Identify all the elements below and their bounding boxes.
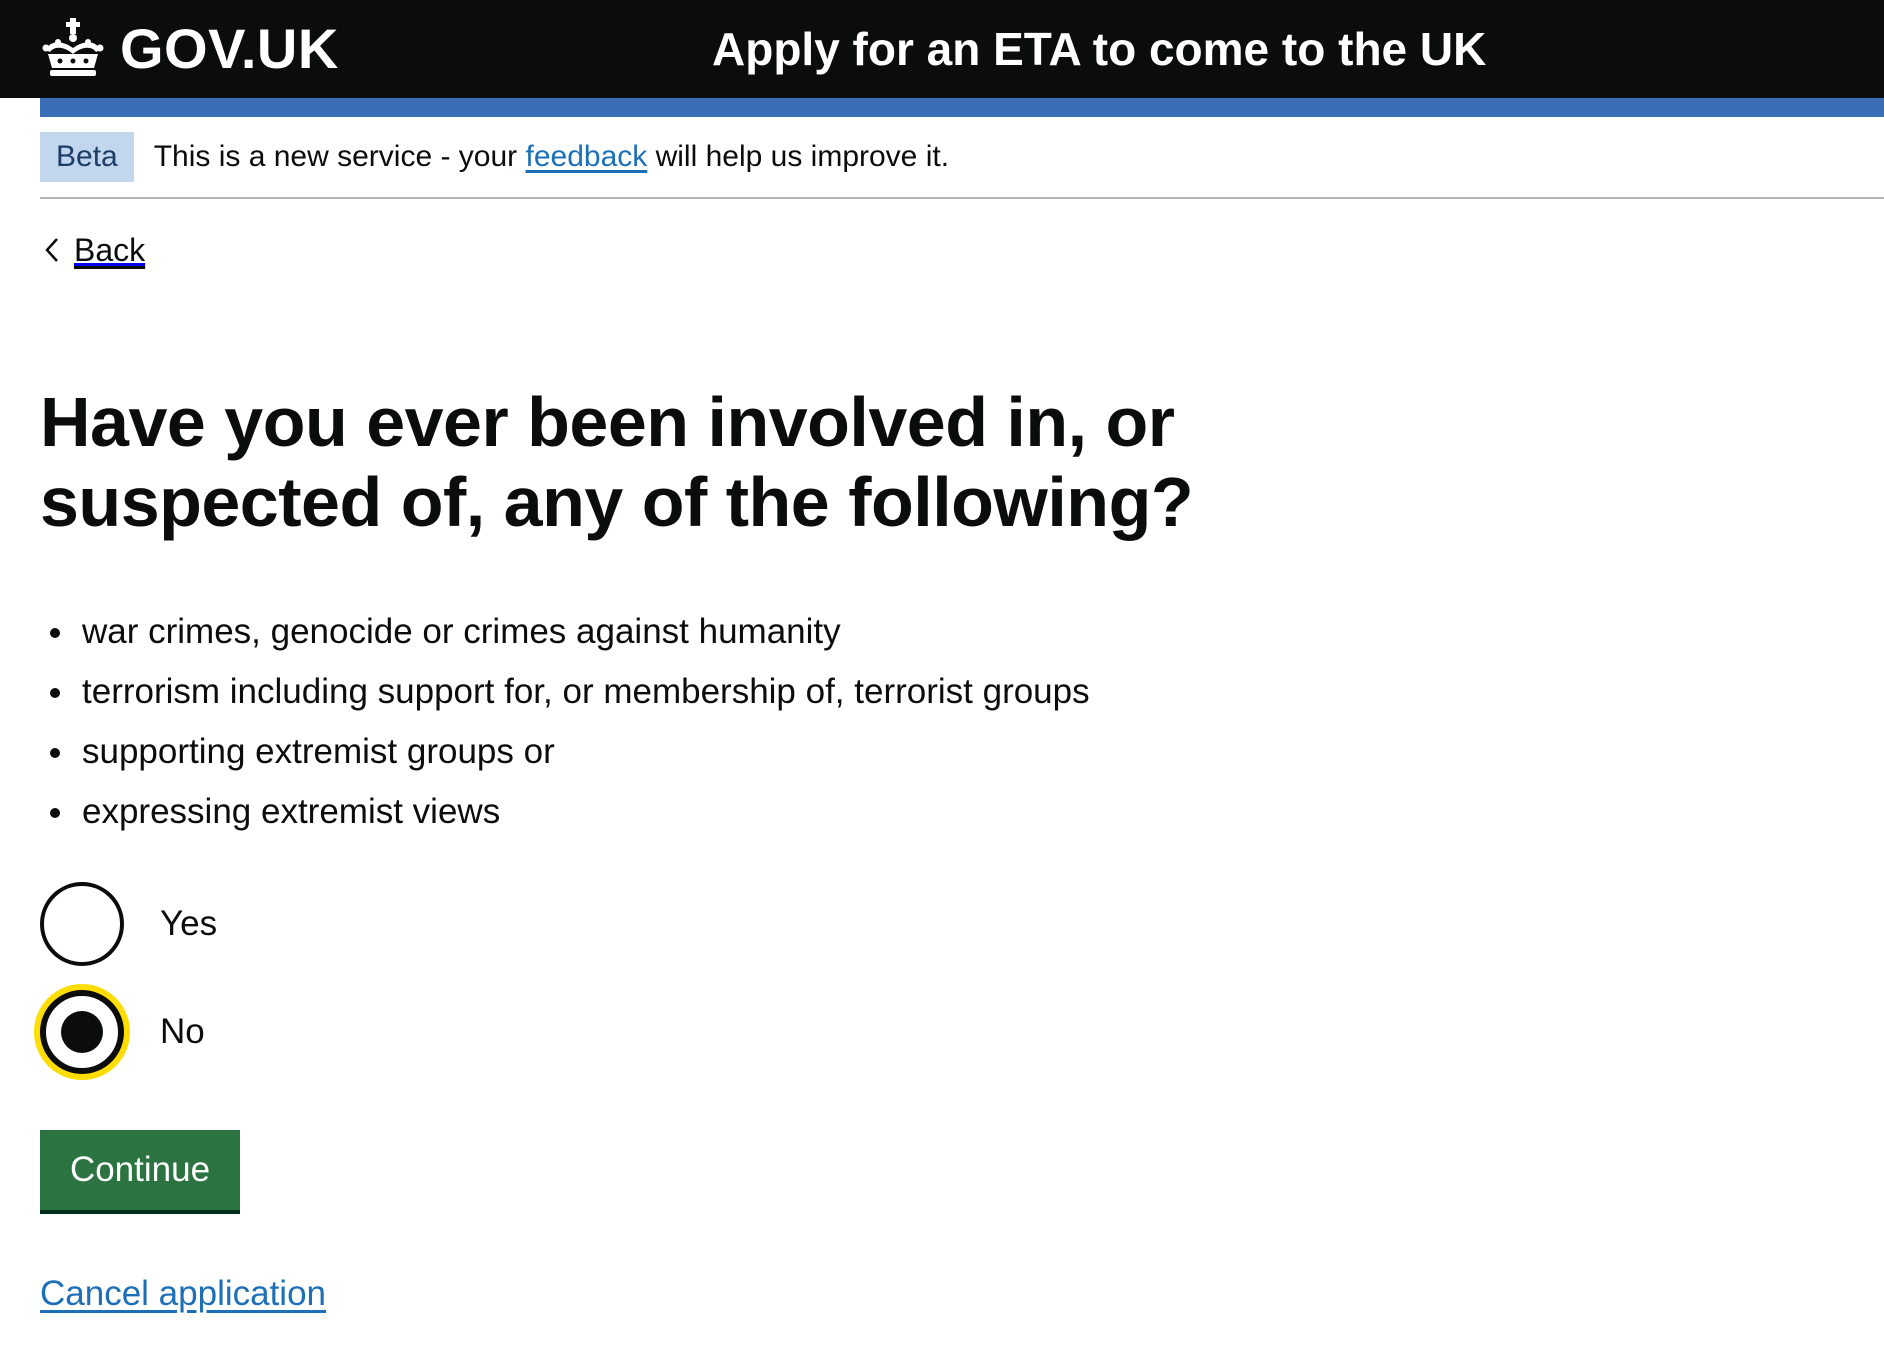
govuk-logo-link[interactable]: GOV.UK <box>40 14 339 84</box>
crown-icon <box>42 18 104 76</box>
govuk-header: GOV.UK Apply for an ETA to come to the U… <box>0 0 1884 98</box>
radio-no-input[interactable] <box>40 990 124 1074</box>
offence-list: war crimes, genocide or crimes against h… <box>40 602 1090 842</box>
back-link-label: Back <box>74 231 146 268</box>
list-item: supporting extremist groups or <box>40 722 1090 782</box>
radio-yes-input[interactable] <box>40 882 124 966</box>
radio-option-yes[interactable]: Yes <box>40 882 217 966</box>
radio-no-label[interactable]: No <box>160 1012 205 1052</box>
logo-text: GOV.UK <box>120 17 339 80</box>
phase-banner-text: This is a new service - your feedback wi… <box>154 139 949 175</box>
radio-yes-label[interactable]: Yes <box>160 904 217 944</box>
page-heading: Have you ever been involved in, or suspe… <box>40 383 1194 541</box>
feedback-link[interactable]: feedback <box>526 140 648 173</box>
radio-option-no[interactable]: No <box>40 990 205 1074</box>
list-item: terrorism including support for, or memb… <box>40 662 1090 722</box>
chevron-left-icon <box>45 238 58 262</box>
cancel-application-link[interactable]: Cancel application <box>40 1272 326 1316</box>
phase-tag: Beta <box>40 132 134 182</box>
phase-text-before: This is a new service - your <box>153 140 526 173</box>
list-item: expressing extremist views <box>40 782 1090 842</box>
header-accent-bar <box>40 98 1884 117</box>
list-item: war crimes, genocide or crimes against h… <box>40 602 1090 662</box>
phase-banner: Beta This is a new service - your feedba… <box>40 117 1884 199</box>
back-link[interactable]: Back <box>40 228 145 272</box>
service-name-link[interactable]: Apply for an ETA to come to the UK <box>712 14 1486 84</box>
phase-text-after: will help us improve it. <box>647 140 950 173</box>
continue-button[interactable]: Continue <box>40 1130 240 1210</box>
